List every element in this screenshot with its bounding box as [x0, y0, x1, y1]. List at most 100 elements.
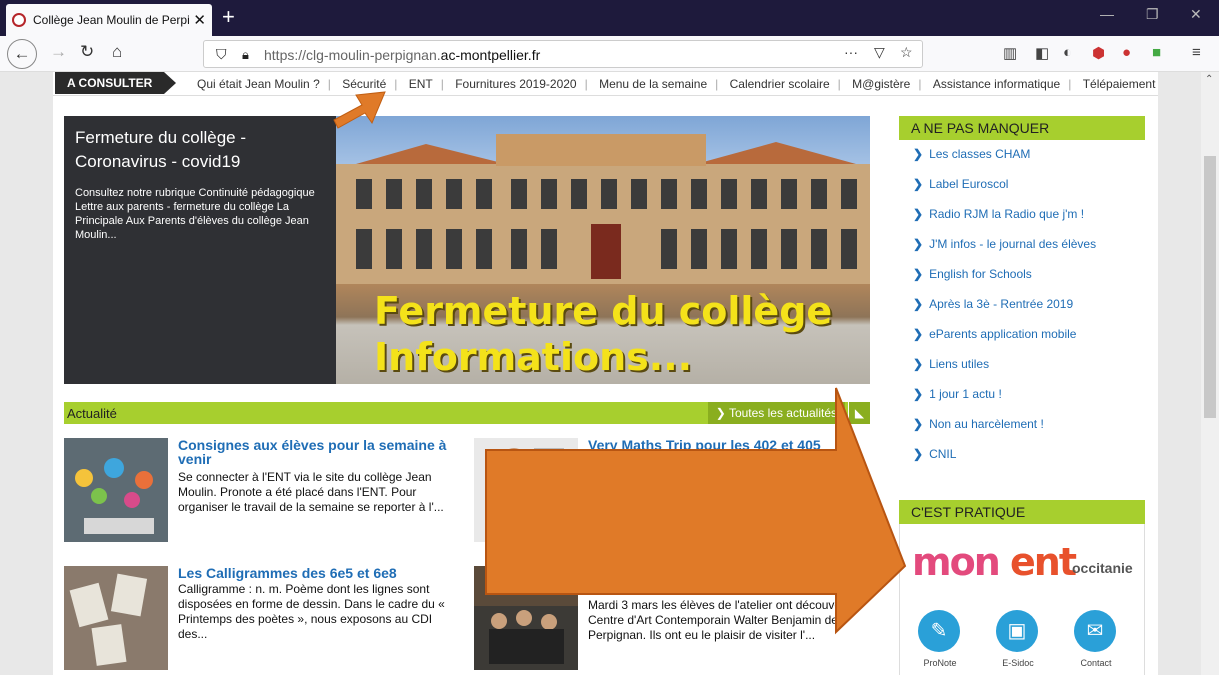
mon-ent-logo[interactable]: mon ent occitanie [912, 540, 1133, 584]
home-icon[interactable]: ⌂ [112, 42, 122, 62]
news-title[interactable]: Very Maths Trip pour les 402 et 405 [588, 438, 864, 452]
chevron-right-icon: ❯ [913, 237, 924, 251]
scrollbar-thumb[interactable] [1204, 156, 1216, 418]
close-tab-icon[interactable]: ✕ [193, 11, 206, 29]
url-text: https://clg-moulin-perpignan.ac-montpell… [264, 47, 541, 63]
address-bar[interactable]: ⛉ 🔒︎ https://clg-moulin-perpignan.ac-mon… [203, 40, 923, 68]
back-button-icon[interactable]: ← [7, 39, 37, 69]
tracking-shield-icon[interactable]: ⛉ [216, 46, 227, 63]
news-item[interactable]: Consignes aux élèves pour la semaine à v… [64, 438, 454, 548]
banner-overlay-text: Fermeture du collège Informations... [374, 289, 833, 379]
hero-description: Consultez notre rubrique Continuité péda… [75, 187, 315, 241]
reload-icon[interactable]: ↻ [80, 42, 94, 62]
sidebar-a-ne-pas-manquer: A NE PAS MANQUER ❯ Les classes CHAM ❯ Labe… [899, 116, 1145, 470]
sidebar-item-1jour[interactable]: ❯ 1 jour 1 actu ! [899, 380, 1145, 410]
college-building-image[interactable]: Fermeture du collège Informations... [336, 116, 870, 384]
news-title[interactable]: Consignes aux élèves pour la semaine à v… [178, 438, 454, 466]
chevron-right-icon: ❯ [913, 177, 924, 191]
sidebar-item-jm-infos[interactable]: ❯ J'M infos - le journal des élèves [899, 230, 1145, 260]
chevron-right-icon: ❯ [913, 447, 924, 461]
tab-title: Collège Jean Moulin de Perpig [33, 13, 190, 27]
page-gutter-left [0, 72, 53, 675]
chevron-right-icon: ❯ [715, 406, 729, 420]
vertical-scrollbar[interactable]: ⌃ [1201, 72, 1219, 675]
chevron-right-icon: ❯ [913, 147, 924, 161]
minimize-icon[interactable]: — [1100, 6, 1114, 22]
sidebar-item-eparents[interactable]: ❯ eParents application mobile [899, 320, 1145, 350]
news-thumbnail [64, 438, 168, 542]
site-favicon-icon [12, 13, 26, 27]
menu-item-fournitures[interactable]: Fournitures 2019-2020 [451, 77, 580, 91]
hero-banner[interactable]: Fermeture du collège - Coronavirus - cov… [64, 116, 870, 384]
news-item[interactable]: Very Maths Trip pour les 402 et 405 Dans… [474, 438, 864, 548]
news-item[interactable]: Arts Musées Vous au centre d'art contemp… [474, 566, 864, 676]
cest-pratique-panel: C'EST PRATIQUE mon ent occitanie ✎ ▣ ✉ Pr… [899, 500, 1145, 675]
chevron-right-icon: ❯ [913, 297, 924, 311]
lock-icon: 🔒︎ [242, 47, 249, 62]
forward-button-icon[interactable]: → [50, 42, 67, 62]
pronote-label[interactable]: ProNote [900, 658, 980, 668]
new-tab-button[interactable]: + [222, 4, 235, 30]
news-title[interactable]: Les Calligrammes des 6e5 et 6e8 [178, 566, 454, 580]
chevron-right-icon: ❯ [913, 207, 924, 221]
sidebar-item-radio[interactable]: ❯ Radio RJM la Radio que j'm ! [899, 200, 1145, 230]
menu-item-telepaiement[interactable]: Télépaiement [1079, 77, 1160, 91]
menu-item-magistere[interactable]: M@gistère [848, 77, 914, 91]
news-description: Se connecter à l'ENT via le site du coll… [178, 470, 444, 514]
actualite-title: Actualité [67, 406, 117, 421]
menu-item-assistance[interactable]: Assistance informatique [929, 77, 1064, 91]
esidoc-briefcase-icon[interactable]: ▣ [996, 610, 1038, 652]
sidebar-item-euroscol[interactable]: ❯ Label Euroscol [899, 170, 1145, 200]
contact-envelope-icon[interactable]: ✉ [1074, 610, 1116, 652]
bookmark-star-icon[interactable]: ☆ [900, 44, 913, 61]
pronote-pencil-icon[interactable]: ✎ [918, 610, 960, 652]
navigation-bar: ← → ↻ ⌂ ⛉ 🔒︎ https://clg-moulin-perpigna… [0, 36, 1219, 72]
sidebar-item-cnil[interactable]: ❯ CNIL [899, 440, 1145, 470]
sidebar-item-cham[interactable]: ❯ Les classes CHAM [899, 140, 1145, 170]
menu-items: Qui était Jean Moulin ? | Sécurité | ENT | … [193, 77, 1159, 91]
chevron-right-icon: ❯ [913, 417, 924, 431]
menu-item-ent[interactable]: ENT [405, 77, 437, 91]
page-actions-icon[interactable]: ··· [844, 44, 858, 60]
actualite-header: Actualité ❯ Toutes les actualités ◣ [64, 402, 870, 424]
all-news-link[interactable]: ❯ Toutes les actualités [707, 402, 845, 424]
chevron-right-icon: ❯ [913, 357, 924, 371]
browser-tab[interactable]: Collège Jean Moulin de Perpig ✕ [6, 4, 212, 36]
rss-icon[interactable]: ◣ [848, 402, 870, 424]
extension-icon[interactable]: ◐ [1063, 44, 1072, 61]
news-description: Calligramme : n. m. Poème dont les ligne… [178, 582, 445, 641]
maximize-icon[interactable]: ❐ [1146, 6, 1159, 23]
news-item[interactable]: Les Calligrammes des 6e5 et 6e8 Calligra… [64, 566, 454, 676]
hero-title[interactable]: Fermeture du collège - Coronavirus - cov… [75, 126, 325, 174]
menu-hamburger-icon[interactable]: ≡ [1192, 44, 1201, 61]
contact-label[interactable]: Contact [1056, 658, 1136, 668]
sidebar-item-liens[interactable]: ❯ Liens utiles [899, 350, 1145, 380]
menu-item-securite[interactable]: Sécurité [338, 77, 390, 91]
esidoc-label[interactable]: E-Sidoc [978, 658, 1058, 668]
menu-item-jean-moulin[interactable]: Qui était Jean Moulin ? [193, 77, 324, 91]
extension-red-icon[interactable]: ● [1122, 44, 1131, 61]
news-description: Dans le cadre de la semaine des mathémat… [588, 454, 853, 498]
top-menu: A CONSULTER Qui était Jean Moulin ? | Séc… [53, 72, 1158, 96]
news-thumbnail [474, 438, 578, 542]
ublock-icon[interactable]: ⬢ [1092, 44, 1105, 62]
sidebar-item-apres-3e[interactable]: ❯ Après la 3è - Rentrée 2019 [899, 290, 1145, 320]
library-icon[interactable]: ▥ [1003, 44, 1017, 62]
menu-item-calendrier[interactable]: Calendrier scolaire [726, 77, 834, 91]
sidebar-title: A NE PAS MANQUER [899, 116, 1145, 140]
extension-green-icon[interactable]: ■ [1152, 44, 1161, 61]
news-description: Mardi 3 mars les élèves de l'atelier ont… [588, 598, 862, 642]
menu-label: A CONSULTER [55, 72, 177, 94]
sidebar-icon[interactable]: ◧ [1035, 44, 1049, 62]
building-illustration [336, 134, 870, 284]
scroll-up-icon[interactable]: ⌃ [1205, 74, 1213, 85]
news-title[interactable]: Arts Musées Vous au centre d'art contemp… [588, 566, 864, 594]
page-gutter-right [1158, 72, 1201, 675]
pratique-title: C'EST PRATIQUE [899, 500, 1145, 524]
menu-item-menu-semaine[interactable]: Menu de la semaine [595, 77, 711, 91]
sidebar-item-english[interactable]: ❯ English for Schools [899, 260, 1145, 290]
close-window-icon[interactable]: ✕ [1190, 6, 1202, 23]
chevron-right-icon: ❯ [913, 327, 924, 341]
sidebar-item-harcelement[interactable]: ❯ Non au harcèlement ! [899, 410, 1145, 440]
pocket-icon[interactable]: ▽ [874, 44, 885, 61]
